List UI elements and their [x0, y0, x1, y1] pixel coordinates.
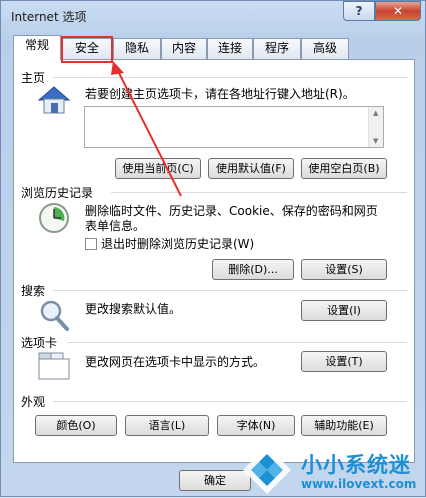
tabs-icon: [38, 352, 70, 380]
internet-options-window: Internet 选项 ? ✕ 常规 安全 隐私 内容 连接 程序 高级 主页 …: [0, 0, 426, 497]
help-button[interactable]: ?: [343, 1, 375, 21]
tab-content[interactable]: 内容: [161, 38, 207, 59]
section-divider: [53, 290, 407, 291]
homepage-scrollbar[interactable]: ▲ ▼: [368, 107, 383, 147]
tab-connections[interactable]: 连接: [207, 38, 253, 59]
watermark-url: www.ilovext.com: [301, 477, 417, 491]
history-section-title: 浏览历史记录: [21, 186, 94, 200]
magnifier-icon: [40, 300, 69, 331]
title-bar: Internet 选项 ? ✕: [1, 1, 425, 31]
house-icon: [37, 86, 71, 114]
scroll-down-icon[interactable]: ▼: [373, 137, 378, 145]
accessibility-button[interactable]: 辅助功能(E): [301, 415, 387, 436]
tab-programs[interactable]: 程序: [253, 38, 301, 59]
section-divider: [67, 342, 407, 343]
section-divider: [53, 401, 407, 402]
history-clock-icon: [39, 203, 69, 233]
close-button[interactable]: ✕: [375, 1, 421, 21]
watermark-logo: [243, 446, 291, 494]
section-divider: [53, 77, 407, 78]
languages-button[interactable]: 语言(L): [125, 415, 209, 436]
appearance-section-title: 外观: [21, 395, 46, 409]
delete-history-button[interactable]: 删除(D)...: [212, 259, 294, 280]
fonts-button[interactable]: 字体(N): [217, 415, 295, 436]
use-current-button[interactable]: 使用当前页(C): [115, 158, 201, 179]
watermark-name: 小小系统迷: [301, 453, 411, 477]
use-blank-button[interactable]: 使用空白页(B): [301, 158, 387, 179]
homepage-description: 若要创建主页选项卡，请在各地址行键入地址(R)。: [85, 87, 355, 101]
search-description: 更改搜索默认值。: [85, 302, 182, 316]
window-title: Internet 选项: [11, 10, 87, 24]
use-default-button[interactable]: 使用默认值(F): [208, 158, 294, 179]
section-divider: [111, 192, 407, 193]
tabs-description: 更改网页在选项卡中显示的方式。: [85, 355, 266, 369]
homepage-section-title: 主页: [21, 71, 46, 85]
history-description: 删除临时文件、历史记录、Cookie、保存的密码和网页表单信息。: [85, 204, 378, 233]
homepage-input[interactable]: ▲ ▼: [84, 106, 384, 148]
delete-on-exit-label: 退出时删除浏览历史记录(W): [101, 237, 255, 251]
delete-on-exit-checkbox[interactable]: [85, 238, 97, 250]
tab-general[interactable]: 常规: [13, 35, 61, 60]
tabs-settings-button[interactable]: 设置(T): [301, 351, 387, 372]
security-tab-highlight: [61, 36, 113, 63]
tab-advanced[interactable]: 高级: [301, 38, 349, 59]
tab-privacy[interactable]: 隐私: [113, 38, 161, 59]
scroll-up-icon[interactable]: ▲: [373, 109, 378, 117]
colors-button[interactable]: 颜色(O): [35, 415, 117, 436]
search-section-title: 搜索: [21, 284, 46, 298]
history-settings-button[interactable]: 设置(S): [301, 259, 387, 280]
search-settings-button[interactable]: 设置(I): [301, 300, 387, 321]
tabs-section-title: 选项卡: [21, 336, 58, 350]
